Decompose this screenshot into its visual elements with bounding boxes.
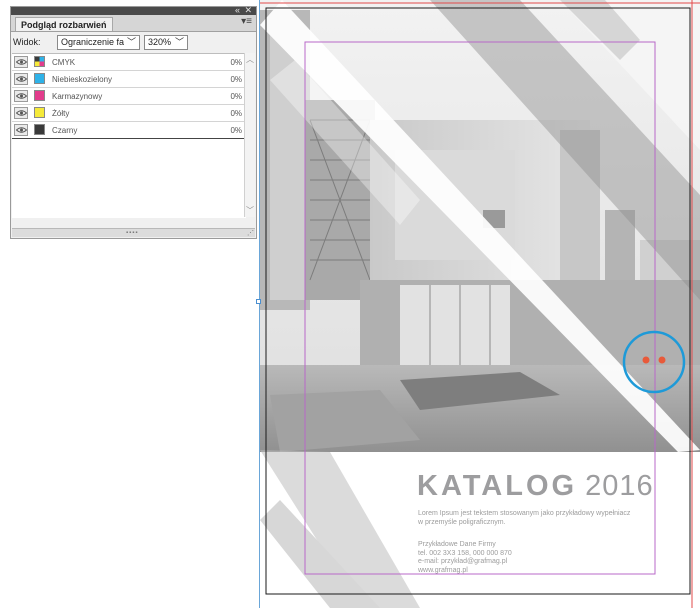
separation-row-cmyk[interactable]: CMYK 0% <box>12 54 246 71</box>
eye-icon[interactable] <box>14 124 28 136</box>
eye-icon[interactable] <box>14 90 28 102</box>
cmyk-swatch-icon <box>34 56 45 67</box>
view-label: Widok: <box>13 37 41 47</box>
separation-name: Niebieskozielony <box>52 75 113 84</box>
separation-name: Karmazynowy <box>52 92 103 101</box>
separations-preview-panel: « ✕ Podgląd rozbarwień ▾≡ Widok: Ogranic… <box>10 5 257 239</box>
description-line-2: w przemyśle poligraficznym. <box>418 519 506 526</box>
separation-percent: 0% <box>230 92 242 101</box>
list-scrollbar[interactable]: ︿ ﹀ <box>244 53 255 217</box>
panel-resize-bar[interactable]: ▪▪▪▪ ⋰ <box>12 228 255 237</box>
zoom-select[interactable]: 320% ﹀ <box>144 35 188 50</box>
contact-phone: tel. 002 3X3 158, 000 000 870 <box>418 549 512 557</box>
color-swatch <box>34 73 45 84</box>
view-row: Widok: Ograniczenie fa ﹀ 320% ﹀ <box>11 34 256 52</box>
catalog-title-bold: KATALOG <box>417 470 578 502</box>
separation-name: Żółty <box>52 109 70 118</box>
eye-icon[interactable] <box>14 73 28 85</box>
separations-list: CMYK 0% Niebieskozielony 0% Karmazynowy … <box>12 53 246 218</box>
separation-percent: 0% <box>230 75 242 84</box>
eye-icon[interactable] <box>14 107 28 119</box>
scroll-up-icon[interactable]: ︿ <box>246 54 254 65</box>
separation-name: Czarny <box>52 126 78 135</box>
panel-menu-icon[interactable]: ▾≡ <box>241 16 252 28</box>
tab-separations-preview[interactable]: Podgląd rozbarwień <box>15 17 113 31</box>
separation-row-magenta[interactable]: Karmazynowy 0% <box>12 88 246 105</box>
separation-percent: 0% <box>230 126 242 135</box>
view-mode-select[interactable]: Ograniczenie fa ﹀ <box>57 35 140 50</box>
grip-icon: ▪▪▪▪ <box>126 230 139 236</box>
separation-name: CMYK <box>52 58 76 67</box>
company-contact: Przykładowe Dane Firmy tel. 002 3X3 158,… <box>418 541 512 575</box>
contact-website: www.grafmag.pl <box>418 566 468 574</box>
contact-company: Przykładowe Dane Firmy <box>418 541 496 548</box>
view-mode-value: Ograniczenie fa <box>61 37 125 47</box>
resize-corner-icon[interactable]: ⋰ <box>247 229 254 237</box>
separation-row-cyan[interactable]: Niebieskozielony 0% <box>12 71 246 88</box>
color-swatch <box>34 90 45 101</box>
scroll-down-icon[interactable]: ﹀ <box>246 205 254 216</box>
contact-email: e-mail: przykład@grafmag.pl <box>418 558 508 565</box>
separation-row-black[interactable]: Czarny 0% <box>12 122 246 139</box>
eye-icon[interactable] <box>14 56 28 68</box>
catalog-title: KATALOG 2016 <box>417 470 654 503</box>
separation-percent: 0% <box>230 109 242 118</box>
description-line-1: Lorem Ipsum jest tekstem stosowanym jako… <box>418 510 631 517</box>
chevron-down-icon: ﹀ <box>174 37 184 47</box>
zoom-value: 320% <box>148 37 172 47</box>
chevron-down-icon: ﹀ <box>126 37 136 47</box>
separation-percent: 0% <box>230 58 242 67</box>
catalog-year: 2016 <box>585 470 654 502</box>
catalog-description: Lorem Ipsum jest tekstem stosowanym jako… <box>418 509 668 527</box>
panel-title-strip: « ✕ <box>11 5 256 15</box>
frame-resize-handle[interactable] <box>256 299 261 304</box>
color-swatch <box>34 124 45 135</box>
frame-edge-line <box>259 0 260 608</box>
color-swatch <box>34 107 45 118</box>
panel-tab-bar: Podgląd rozbarwień ▾≡ <box>11 15 256 32</box>
separation-row-yellow[interactable]: Żółty 0% <box>12 105 246 122</box>
